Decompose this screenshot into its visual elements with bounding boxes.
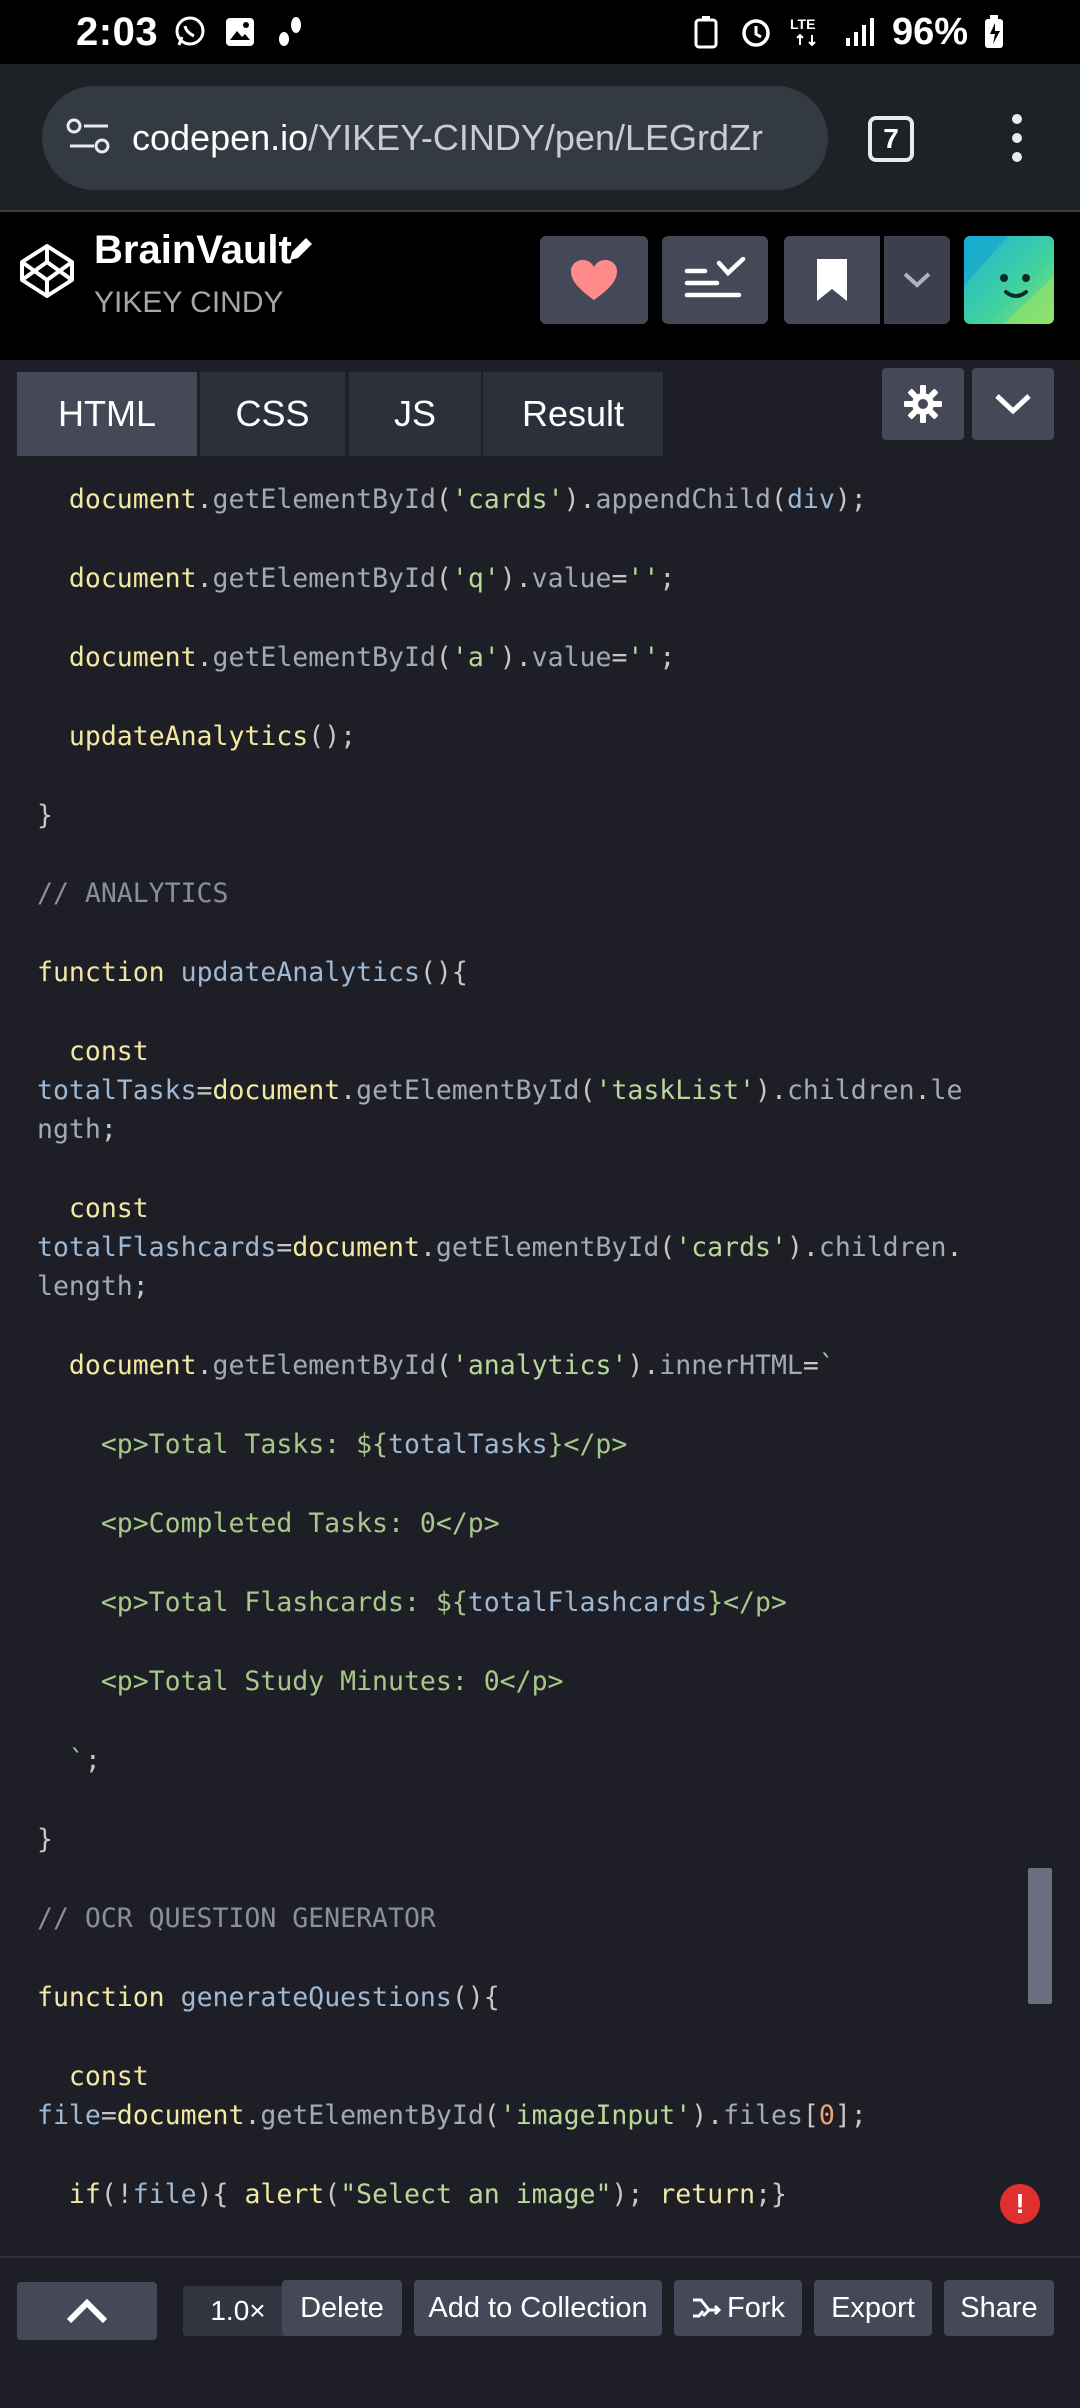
editor-settings-button[interactable]: [882, 368, 964, 440]
code-line: updateAnalytics();: [68, 721, 357, 752]
gear-icon: [904, 385, 942, 423]
pen-author[interactable]: YIKEY CINDY: [94, 286, 284, 320]
tab-html[interactable]: HTML: [17, 372, 197, 456]
browser-toolbar: codepen.io/YIKEY-CINDY/pen/LEGrdZr 7: [0, 64, 1080, 212]
bookmark-icon: [817, 259, 847, 301]
fork-button[interactable]: Fork: [674, 2280, 802, 2336]
site-settings-icon[interactable]: [66, 116, 112, 161]
code-line: `;: [37, 1745, 101, 1776]
chevron-up-icon: [66, 2298, 108, 2324]
svg-text:LTE: LTE: [790, 16, 815, 32]
user-avatar[interactable]: [964, 236, 1054, 324]
code-line: file=document.getElementById('imageInput…: [37, 2100, 867, 2131]
lte-icon: LTE: [788, 14, 828, 50]
codepen-logo-icon[interactable]: [18, 242, 76, 300]
status-bar: 2:03 LTE 96%: [0, 0, 1080, 64]
tab-switcher-button[interactable]: 7: [868, 116, 914, 162]
battery-saver-icon: [688, 14, 724, 50]
code-line: document.getElementById('analytics').inn…: [68, 1350, 835, 1381]
url-text: codepen.io/YIKEY-CINDY/pen/LEGrdZr: [132, 117, 763, 158]
code-line: <p>Total Tasks: ${totalTasks}</p>: [37, 1429, 628, 1460]
code-line: <p>Completed Tasks: 0</p>: [37, 1508, 500, 1539]
bookmark-button[interactable]: [784, 236, 880, 324]
tab-css[interactable]: CSS: [200, 372, 345, 456]
pen-title[interactable]: BrainVault: [94, 228, 292, 273]
bookmark-dropdown-button[interactable]: [884, 236, 950, 324]
code-line: function updateAnalytics(){: [37, 957, 468, 988]
error-indicator-icon[interactable]: !: [1000, 2184, 1040, 2224]
signal-icon: [842, 14, 878, 50]
alarm-icon: [738, 14, 774, 50]
code-line: length;: [37, 1271, 149, 1302]
code-line: <p>Total Study Minutes: 0</p>: [37, 1666, 564, 1697]
code-line: ngth;: [37, 1114, 117, 1145]
code-line: const: [68, 2061, 149, 2092]
code-editor[interactable]: document.getElementById('cards').appendC…: [0, 456, 1080, 2256]
code-line: totalTasks=document.getElementById('task…: [37, 1075, 963, 1106]
status-time: 2:03: [76, 9, 159, 54]
code-line: function generateQuestions(){: [37, 1982, 500, 2013]
code-line: // OCR QUESTION GENERATOR: [37, 1903, 436, 1934]
export-button[interactable]: Export: [814, 2280, 932, 2336]
editor-tabs: HTML CSS JS Result: [0, 360, 1080, 456]
code-line: document.getElementById('cards').appendC…: [68, 484, 867, 515]
bottom-toolbar: 1.0× Delete Add to Collection Fork Expor…: [0, 2256, 1080, 2356]
address-bar[interactable]: codepen.io/YIKEY-CINDY/pen/LEGrdZr: [42, 86, 828, 190]
chevron-down-icon: [995, 394, 1031, 415]
add-to-collection-button[interactable]: Add to Collection: [414, 2280, 662, 2336]
scrollbar-thumb[interactable]: [1028, 1868, 1052, 2004]
layout-icon: [684, 257, 746, 298]
browser-menu-icon[interactable]: [1000, 108, 1034, 168]
steps-icon: [272, 14, 308, 50]
code-line: totalFlashcards=document.getElementById(…: [37, 1232, 963, 1263]
heart-icon: [571, 260, 617, 300]
whatsapp-icon: [172, 14, 208, 50]
zoom-level-button[interactable]: 1.0×: [183, 2286, 293, 2336]
collapse-editor-button[interactable]: [972, 368, 1054, 440]
pen-header: BrainVault YIKEY CINDY: [0, 212, 1080, 360]
fork-icon: [693, 2298, 721, 2318]
expand-console-button[interactable]: [17, 2282, 157, 2340]
code-line: }: [37, 800, 53, 831]
code-line: const: [68, 1193, 149, 1224]
system-nav-area: [0, 2356, 1080, 2408]
love-button[interactable]: [540, 236, 648, 324]
code-line: // ANALYTICS: [37, 878, 229, 909]
gallery-icon: [222, 14, 258, 50]
code-line: document.getElementById('a').value='';: [68, 642, 676, 673]
battery-charging-icon: [982, 14, 1006, 50]
code-line: if(!file){ alert("Select an image"); ret…: [68, 2179, 787, 2210]
chevron-down-icon: [903, 272, 931, 288]
battery-percentage: 96%: [891, 10, 968, 53]
share-button[interactable]: Share: [944, 2280, 1054, 2336]
code-line: }: [37, 1824, 53, 1855]
tab-result[interactable]: Result: [483, 372, 663, 456]
code-line: <p>Total Flashcards: ${totalFlashcards}<…: [37, 1587, 787, 1618]
fork-label: Fork: [727, 2291, 785, 2324]
tab-js[interactable]: JS: [349, 372, 481, 456]
code-line: document.getElementById('q').value='';: [68, 563, 676, 594]
code-line: const: [68, 1036, 149, 1067]
edit-title-icon[interactable]: [284, 232, 318, 266]
delete-button[interactable]: Delete: [282, 2280, 402, 2336]
change-view-button[interactable]: [662, 236, 768, 324]
